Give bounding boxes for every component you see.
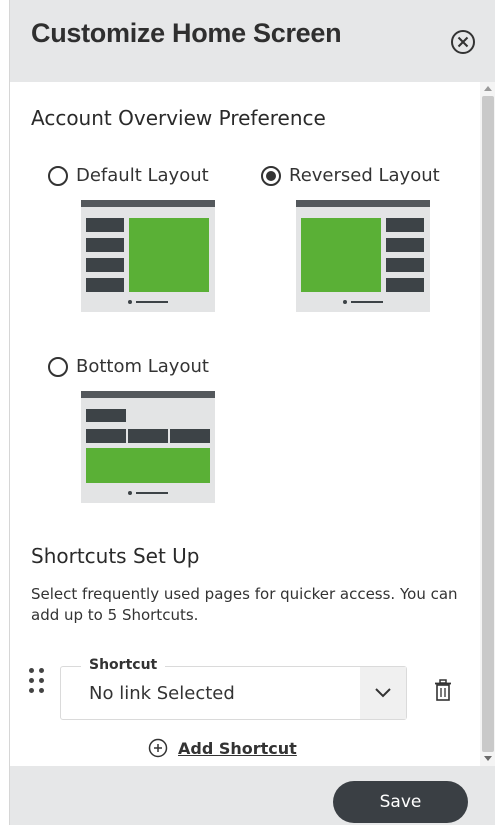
shortcut-select[interactable]: Shortcut No link Selected bbox=[60, 657, 407, 720]
shortcuts-title: Shortcuts Set Up bbox=[31, 544, 200, 568]
scrollbar[interactable] bbox=[480, 82, 495, 766]
radio-default-layout[interactable]: Default Layout bbox=[48, 165, 209, 186]
thumb-block bbox=[86, 278, 124, 292]
thumb-block bbox=[86, 258, 124, 272]
panel-header: Customize Home Screen bbox=[10, 0, 495, 82]
thumb-block bbox=[86, 218, 124, 232]
thumb-dot bbox=[343, 300, 347, 304]
thumb-block bbox=[86, 238, 124, 252]
thumb-dot bbox=[128, 491, 132, 495]
dropdown-toggle[interactable] bbox=[360, 667, 406, 719]
thumb-topbar bbox=[296, 200, 430, 207]
radio-label: Reversed Layout bbox=[289, 165, 440, 186]
scroll-content: Account Overview Preference Default Layo… bbox=[10, 82, 495, 766]
close-icon[interactable] bbox=[449, 28, 477, 56]
customize-panel: Customize Home Screen Account Overview P… bbox=[9, 0, 495, 825]
thumb-block bbox=[86, 409, 126, 422]
thumb-block bbox=[86, 429, 126, 443]
scroll-thumb[interactable] bbox=[482, 96, 494, 752]
account-overview-title: Account Overview Preference bbox=[31, 106, 326, 130]
thumb-block bbox=[386, 278, 424, 292]
thumb-block bbox=[386, 238, 424, 252]
thumb-main-area bbox=[129, 218, 209, 292]
radio-label: Bottom Layout bbox=[76, 356, 209, 377]
radio-bottom-layout[interactable]: Bottom Layout bbox=[48, 356, 209, 377]
thumb-topbar bbox=[81, 391, 215, 398]
reversed-layout-preview[interactable] bbox=[296, 200, 430, 312]
shortcut-field-label: Shortcut bbox=[81, 657, 166, 673]
radio-label: Default Layout bbox=[76, 165, 209, 186]
shortcut-field-value: No link Selected bbox=[89, 683, 235, 704]
drag-handle-icon[interactable] bbox=[29, 668, 49, 698]
bottom-layout-preview[interactable] bbox=[81, 391, 215, 503]
panel-footer: Save bbox=[10, 766, 495, 825]
radio-button[interactable] bbox=[48, 356, 68, 377]
thumb-block bbox=[386, 258, 424, 272]
radio-reversed-layout[interactable]: Reversed Layout bbox=[261, 165, 440, 186]
thumb-main-area bbox=[86, 448, 210, 483]
thumb-topbar bbox=[81, 200, 215, 207]
thumb-dot bbox=[128, 300, 132, 304]
trash-icon[interactable] bbox=[434, 679, 452, 701]
scroll-up-icon[interactable] bbox=[484, 86, 492, 91]
scroll-down-icon[interactable] bbox=[484, 756, 492, 761]
default-layout-preview[interactable] bbox=[81, 200, 215, 312]
thumb-line bbox=[136, 492, 168, 494]
add-shortcut-label: Add Shortcut bbox=[178, 738, 297, 758]
panel-title: Customize Home Screen bbox=[31, 18, 342, 48]
thumb-main-area bbox=[301, 218, 381, 292]
radio-button[interactable] bbox=[48, 165, 68, 186]
thumb-line bbox=[136, 301, 168, 303]
add-circle-icon bbox=[148, 738, 168, 758]
add-shortcut-button[interactable]: Add Shortcut bbox=[148, 738, 297, 758]
thumb-block bbox=[170, 429, 210, 443]
radio-button-selected[interactable] bbox=[261, 165, 281, 186]
shortcuts-description: Select frequently used pages for quicker… bbox=[31, 585, 458, 624]
chevron-down-icon bbox=[375, 688, 391, 698]
thumb-line bbox=[351, 301, 383, 303]
save-button[interactable]: Save bbox=[333, 781, 468, 823]
thumb-block bbox=[386, 218, 424, 232]
thumb-block bbox=[128, 429, 168, 443]
